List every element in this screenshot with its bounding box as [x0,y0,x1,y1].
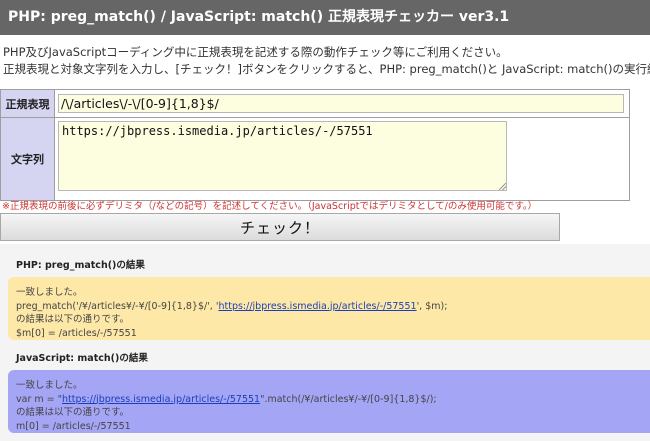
check-button[interactable]: チェック！ [0,213,560,241]
delimiter-note: ※正規表現の前後に必ずデリミタ（/などの記号）を記述してください。（JavaSc… [2,201,538,212]
php-result-status: 一致しました。 [16,287,83,298]
php-result-match: $m[0] = /articles/-/57551 [16,327,137,339]
php-result-box: 一致しました。 preg_match('/¥/articles¥/-¥/[0-9… [8,277,650,340]
php-result-intro: の結果は以下の通りです。 [16,314,130,325]
php-target-link[interactable]: https://jbpress.ismedia.jp/articles/-/57… [218,301,416,312]
js-result-box: 一致しました。 var m = "https://jbpress.ismedia… [8,370,650,433]
js-result-match: m[0] = /articles/-/57551 [16,420,131,432]
page-title: PHP: preg_match() / JavaScript: match() … [0,0,650,35]
js-result-call: var m = "https://jbpress.ismedia.jp/arti… [16,393,650,407]
js-call-suffix: ".match(/¥/articles¥/-¥/[0-9]{1,8}$/); [260,393,437,405]
resize-grip-icon[interactable] [499,183,506,190]
target-text-label: 文字列 [1,118,55,200]
regex-label: 正規表現 [1,90,55,118]
js-result-intro: の結果は以下の通りです。 [16,407,130,418]
js-target-link[interactable]: https://jbpress.ismedia.jp/articles/-/57… [62,394,260,405]
description-line-1: PHP及びJavaScriptコーディング中に正規表現を記述する際の動作チェック… [3,45,508,59]
regex-input[interactable] [58,94,624,113]
js-call-prefix: var m = " [16,393,62,405]
description-line-2: 正規表現と対象文字列を入力し、[チェック！]ボタンをクリックすると、PHP: p… [3,62,650,76]
php-call-prefix: preg_match('/¥/articles¥/-¥/[0-9]{1,8}$/… [16,300,219,312]
row-divider [55,117,629,118]
php-result-heading: PHP: preg_match()の結果 [16,260,145,271]
target-text-input[interactable]: https://jbpress.ismedia.jp/articles/-/57… [58,121,507,191]
description: PHP及びJavaScriptコーディング中に正規表現を記述する際の動作チェック… [3,44,650,78]
php-result-call: preg_match('/¥/articles¥/-¥/[0-9]{1,8}$/… [16,300,650,314]
js-result-status: 一致しました。 [16,380,83,391]
php-call-suffix: ', $m); [416,300,448,312]
js-result-heading: JavaScript: match()の結果 [16,353,148,364]
checker-form: 正規表現 文字列 https://jbpress.ismedia.jp/arti… [0,89,630,201]
